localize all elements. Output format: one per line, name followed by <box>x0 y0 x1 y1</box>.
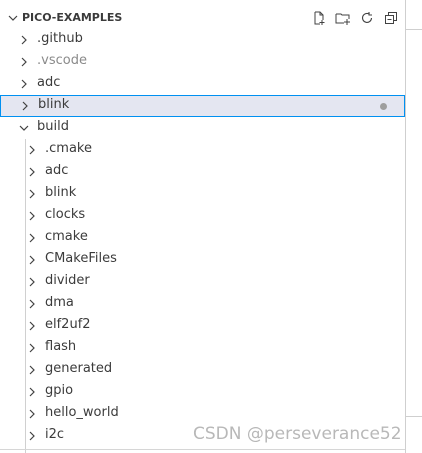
folder-flash[interactable]: flash <box>0 337 405 359</box>
folder-build[interactable]: build <box>0 117 405 139</box>
chevron-right-icon <box>29 365 35 375</box>
chevron-right-icon <box>21 57 27 67</box>
indent-guide <box>25 139 26 453</box>
file-tree: .github .vscode adc blink build .cmake a… <box>0 29 405 447</box>
chevron-right-icon <box>29 211 35 221</box>
chevron-right-icon <box>29 189 35 199</box>
chevron-right-icon <box>29 277 35 287</box>
chevron-right-icon <box>29 409 35 419</box>
chevron-right-icon <box>21 79 27 89</box>
chevron-right-icon <box>29 145 35 155</box>
chevron-right-icon <box>29 255 35 265</box>
folder-label: blink <box>45 185 77 200</box>
explorer-section-header[interactable]: PICO-EXAMPLES <box>0 7 405 29</box>
folder-adc[interactable]: adc <box>0 73 405 95</box>
folder-label: divider <box>45 273 90 288</box>
folder-label: clocks <box>45 207 86 222</box>
folder-label: .cmake <box>45 141 92 156</box>
chevron-right-icon <box>21 35 27 45</box>
folder-blink[interactable]: blink <box>0 183 405 205</box>
folder-label: build <box>37 119 69 134</box>
folder-cmakefiles[interactable]: CMakeFiles <box>0 249 405 271</box>
panel-divider <box>0 449 405 450</box>
explorer-actions <box>310 10 400 26</box>
folder-hello-world[interactable]: hello_world <box>0 403 405 425</box>
divider-line <box>406 29 422 30</box>
folder-label: gpio <box>45 383 74 398</box>
chevron-right-icon <box>29 431 35 441</box>
divider-line <box>406 416 422 417</box>
folder-label: hello_world <box>45 405 119 420</box>
chevron-right-icon <box>22 101 28 111</box>
chevron-right-icon <box>29 387 35 397</box>
chevron-down-icon[interactable] <box>7 12 19 24</box>
refresh-icon[interactable] <box>358 10 376 26</box>
folder-cmake[interactable]: cmake <box>0 227 405 249</box>
chevron-right-icon <box>29 167 35 177</box>
folder-vscode[interactable]: .vscode <box>0 51 405 73</box>
folder-blink-selected[interactable]: blink <box>0 95 405 117</box>
watermark: CSDN @perseverance52 <box>193 424 402 444</box>
folder-label: blink <box>38 97 70 112</box>
collapse-all-icon[interactable] <box>382 10 400 26</box>
folder-dotcmake[interactable]: .cmake <box>0 139 405 161</box>
explorer-title: PICO-EXAMPLES <box>22 11 123 24</box>
folder-label: adc <box>45 163 69 178</box>
folder-label: i2c <box>45 427 65 442</box>
folder-label: dma <box>45 295 74 310</box>
folder-elf2uf2[interactable]: elf2uf2 <box>0 315 405 337</box>
chevron-right-icon <box>29 299 35 309</box>
editor-edge <box>406 0 422 453</box>
folder-label: adc <box>37 75 61 90</box>
chevron-right-icon <box>29 343 35 353</box>
chevron-right-icon <box>29 233 35 243</box>
folder-label: .github <box>37 31 83 46</box>
chevron-right-icon <box>29 321 35 331</box>
folder-generated[interactable]: generated <box>0 359 405 381</box>
folder-gpio[interactable]: gpio <box>0 381 405 403</box>
modified-dot-icon <box>380 103 387 110</box>
folder-divider[interactable]: divider <box>0 271 405 293</box>
folder-label: .vscode <box>37 53 87 68</box>
folder-label: elf2uf2 <box>45 317 91 332</box>
folder-clocks[interactable]: clocks <box>0 205 405 227</box>
chevron-down-icon <box>19 125 29 131</box>
folder-label: CMakeFiles <box>45 251 117 266</box>
folder-label: cmake <box>45 229 88 244</box>
new-file-icon[interactable] <box>310 10 328 26</box>
folder-adc[interactable]: adc <box>0 161 405 183</box>
explorer-panel: PICO-EXAMPLES .github .vscode adc blink … <box>0 0 405 453</box>
folder-label: generated <box>45 361 113 376</box>
folder-github[interactable]: .github <box>0 29 405 51</box>
new-folder-icon[interactable] <box>334 10 352 26</box>
folder-dma[interactable]: dma <box>0 293 405 315</box>
folder-label: flash <box>45 339 77 354</box>
